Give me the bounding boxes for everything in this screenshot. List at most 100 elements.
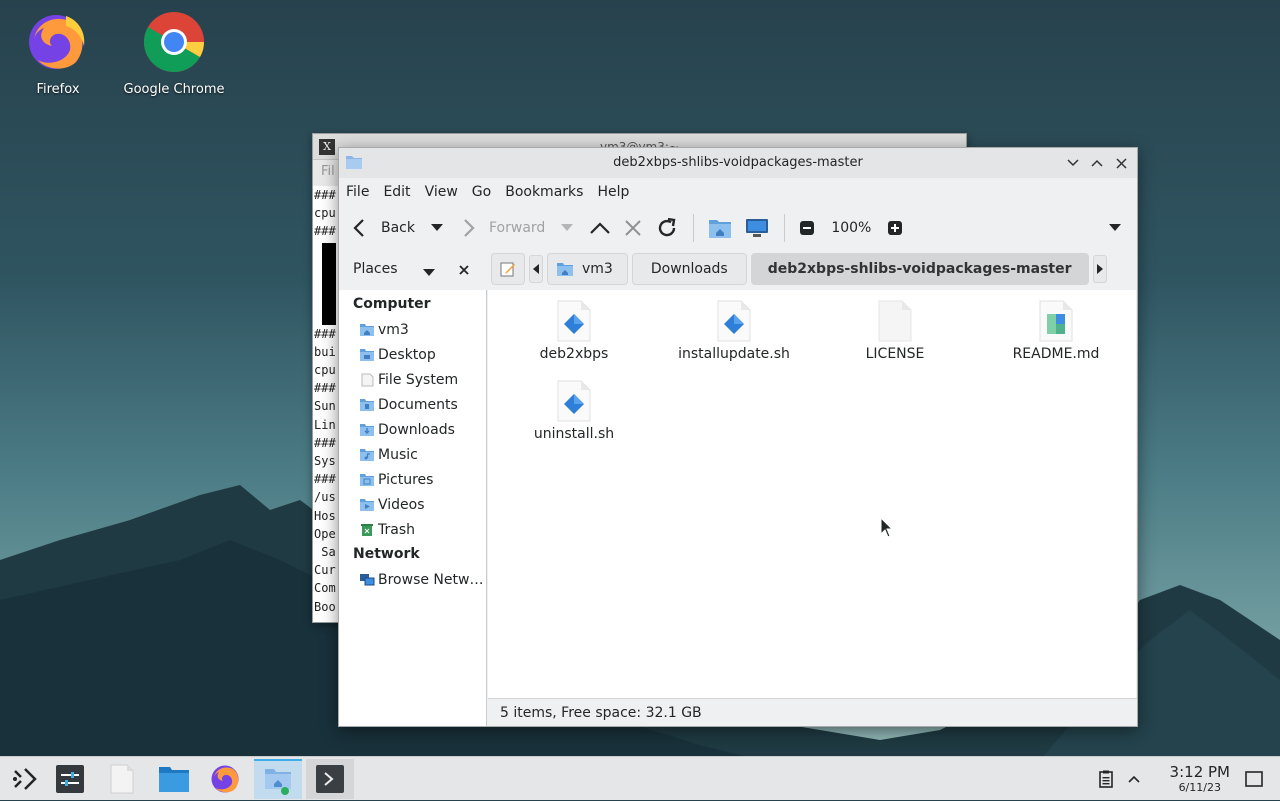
window-title: deb2xbps-shlibs-voidpackages-master (613, 155, 863, 170)
terminal-icon (316, 765, 344, 793)
computer-icon (746, 219, 769, 237)
settings-icon (56, 765, 84, 793)
mouse-cursor-icon (880, 517, 894, 538)
places-list: Computer vm3 Desktop File System Documents D… (339, 290, 487, 726)
maximize-button[interactable] (1087, 148, 1107, 178)
home-folder-icon (265, 769, 291, 795)
tray-clipboard[interactable] (1096, 757, 1116, 801)
edit-path-button[interactable] (491, 253, 525, 285)
task-terminal[interactable] (306, 759, 354, 799)
path-scroll-right[interactable] (1092, 255, 1107, 283)
task-pcmanfm-active[interactable] (254, 759, 302, 799)
menu-bookmarks[interactable]: Bookmarks (498, 184, 590, 200)
places-mode-dropdown[interactable] (423, 265, 435, 281)
window-titlebar[interactable]: deb2xbps-shlibs-voidpackages-master (339, 148, 1137, 178)
home-button[interactable] (702, 210, 738, 246)
back-button[interactable]: Back (345, 210, 421, 246)
folder-app-icon (346, 156, 362, 169)
path-scroll-left[interactable] (529, 255, 543, 283)
zoom-in-icon (888, 221, 903, 235)
forward-button[interactable]: Forward (453, 210, 551, 246)
close-button[interactable] (1111, 148, 1131, 178)
sidebar-item-videos[interactable]: Videos (339, 492, 486, 517)
file-item[interactable]: installupdate.sh (664, 300, 804, 362)
sidebar-item-browse-network[interactable]: Browse Netw… (339, 567, 486, 592)
digital-clock[interactable]: 3:12 PM 6/11/23 (1170, 763, 1230, 795)
forward-label: Forward (489, 220, 546, 236)
file-view[interactable]: deb2xbps installupdate.sh LICENSE README.md… (488, 290, 1136, 698)
menu-file[interactable]: File (339, 184, 376, 200)
computer-button[interactable] (738, 210, 776, 246)
file-item[interactable]: deb2xbps (504, 300, 644, 362)
file-item[interactable]: LICENSE (825, 300, 965, 362)
file-name: LICENSE (865, 346, 925, 362)
terminal-block-cursor (322, 242, 336, 325)
edit-icon (500, 262, 515, 277)
toolbar-separator (693, 214, 695, 242)
reload-icon (659, 217, 676, 237)
sidebar-item-music[interactable]: Music (339, 442, 486, 467)
sidebar-item-label: Trash (378, 521, 415, 538)
task-text-editor[interactable] (98, 759, 146, 799)
documents-folder-icon (359, 398, 375, 412)
filesystem-icon (359, 373, 375, 387)
status-bar: 5 items, Free space: 32.1 GB (488, 698, 1137, 726)
file-name: uninstall.sh (533, 426, 615, 442)
breadcrumb-current[interactable]: deb2xbps-shlibs-voidpackages-master (750, 253, 1089, 285)
script-file-icon (557, 380, 591, 422)
parent-folder-button[interactable] (583, 210, 617, 246)
breadcrumb-downloads[interactable]: Downloads (631, 253, 747, 285)
desktop-icon-chrome[interactable]: Google Chrome (119, 10, 229, 97)
main-toolbar: Back Forward 100% (339, 206, 1137, 250)
reload-button[interactable] (649, 210, 685, 246)
launcher-icon (13, 768, 37, 790)
toolbar-overflow-menu[interactable] (1103, 210, 1127, 246)
task-file-manager[interactable] (150, 759, 198, 799)
clipboard-icon (1099, 770, 1113, 788)
sidebar-item-label: Desktop (378, 346, 436, 363)
forward-history-dropdown[interactable] (551, 210, 583, 246)
back-history-dropdown[interactable] (421, 210, 453, 246)
stop-button[interactable] (617, 210, 649, 246)
menu-view[interactable]: View (418, 184, 465, 200)
task-firefox[interactable] (202, 759, 250, 799)
breadcrumb-label: Downloads (650, 261, 728, 277)
menu-go[interactable]: Go (465, 184, 498, 200)
task-system-settings[interactable] (46, 759, 94, 799)
close-sidebar-button[interactable] (459, 263, 469, 279)
sidebar-item-label: Pictures (378, 471, 434, 488)
menu-help[interactable]: Help (590, 184, 636, 200)
application-launcher[interactable] (0, 759, 48, 799)
desktop-icon-label: Google Chrome (123, 82, 225, 97)
sidebar-item-documents[interactable]: Documents (339, 392, 486, 417)
sidebar-item-label: Documents (378, 396, 458, 413)
minimize-button[interactable] (1063, 148, 1083, 178)
places-title: Places (353, 261, 398, 277)
show-desktop-button[interactable] (1242, 757, 1266, 801)
desktop-icon-firefox[interactable]: Firefox (3, 10, 113, 97)
sidebar-item-label: Browse Netw… (378, 571, 484, 588)
arrow-right-icon (464, 219, 475, 237)
arrow-left-icon (353, 219, 364, 237)
arrow-left-icon (533, 264, 539, 274)
sidebar-item-label: Videos (378, 496, 425, 513)
home-folder-icon (709, 220, 732, 238)
menu-edit[interactable]: Edit (376, 184, 417, 200)
document-icon (110, 764, 134, 794)
dropdown-arrow-icon (431, 224, 443, 231)
zoom-out-button[interactable] (793, 210, 821, 246)
sidebar-item-trash[interactable]: Trash (339, 517, 486, 542)
tray-expand-button[interactable] (1124, 757, 1144, 801)
sidebar-item-pictures[interactable]: Pictures (339, 467, 486, 492)
sidebar-item-label: Downloads (378, 421, 455, 438)
file-item[interactable]: README.md (986, 300, 1126, 362)
file-manager-window[interactable]: deb2xbps-shlibs-voidpackages-master File… (338, 147, 1138, 727)
sidebar-item-downloads[interactable]: Downloads (339, 417, 486, 442)
sidebar-item-desktop[interactable]: Desktop (339, 342, 486, 367)
sidebar-item-file-system[interactable]: File System (339, 367, 486, 392)
breadcrumb-home[interactable]: vm3 (547, 253, 628, 285)
zoom-in-button[interactable] (881, 210, 909, 246)
breadcrumb-label: deb2xbps-shlibs-voidpackages-master (767, 261, 1072, 277)
sidebar-item-vm3[interactable]: vm3 (339, 317, 486, 342)
file-item[interactable]: uninstall.sh (504, 380, 644, 442)
